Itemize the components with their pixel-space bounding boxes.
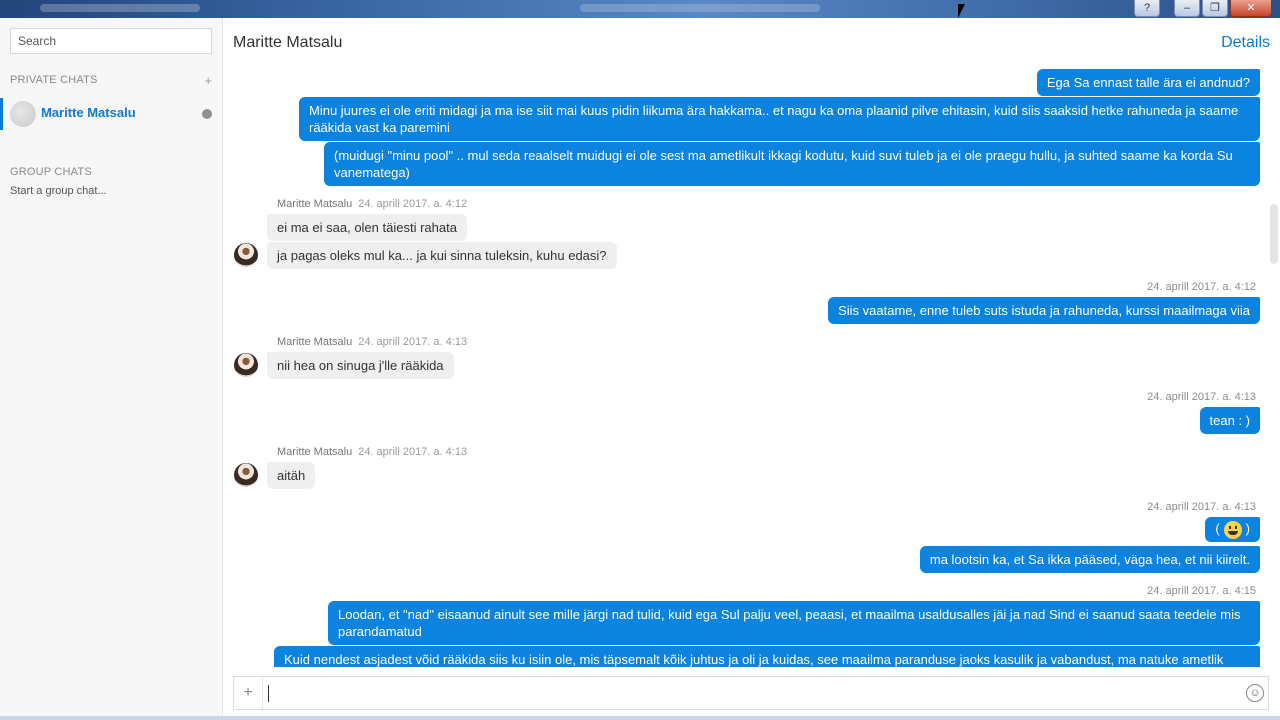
close-button[interactable]: ✕ [1230, 0, 1272, 17]
message-outgoing: ma lootsin ka, et Sa ikka pääsed, väga h… [919, 546, 1260, 573]
details-link[interactable]: Details [1221, 34, 1270, 52]
chat-item-maritte-matsalu[interactable]: Maritte Matsalu [0, 98, 222, 130]
private-chats-title: PRIVATE CHATS [10, 74, 98, 86]
sender-name: Maritte Matsalu [277, 446, 353, 458]
message-incoming: nii hea on sinuga j'lle rääkida [267, 352, 454, 379]
message-meta: Maritte Matsalu 24. aprill 2017. a. 4:13 [277, 336, 467, 348]
grinning-emoji-icon [1223, 520, 1242, 539]
message-timestamp: 24. aprill 2017. a. 4:12 [1147, 281, 1256, 293]
message-outgoing: Siis vaatame, enne tuleb suts istuda ja … [828, 297, 1260, 324]
titlebar-blur [580, 4, 820, 12]
active-indicator [0, 98, 3, 130]
help-button[interactable]: ? [1134, 0, 1160, 17]
message-outgoing: Loodan, et "nad" eisaanud ainult see mil… [328, 601, 1260, 645]
emoji-picker-icon[interactable]: ☺ [1246, 684, 1264, 702]
minimize-button[interactable]: – [1174, 0, 1200, 17]
message-meta: Maritte Matsalu 24. aprill 2017. a. 4:13 [277, 446, 467, 458]
maximize-button[interactable]: ❐ [1202, 0, 1228, 17]
bracket-text: ( [1215, 521, 1220, 536]
message-input[interactable] [268, 684, 1232, 704]
message-timestamp: 24. aprill 2017. a. 4:13 [1147, 501, 1256, 513]
bracket-text: ) [1245, 521, 1250, 536]
message-timestamp: 24. aprill 2017. a. 4:12 [358, 198, 468, 210]
sender-name: Maritte Matsalu [277, 336, 353, 348]
chat-title: Maritte Matsalu [233, 34, 343, 51]
sidebar: Search PRIVATE CHATS + Maritte Matsalu G… [0, 18, 223, 720]
start-group-chat-link[interactable]: Start a group chat... [10, 185, 107, 197]
attach-button[interactable]: + [234, 677, 263, 709]
message-outgoing: () [1205, 517, 1260, 542]
text-caret [268, 685, 269, 702]
message-outgoing: tean : ) [1199, 407, 1260, 434]
titlebar-blur [40, 4, 200, 12]
message-composer: + ☺ [233, 676, 1269, 710]
message-meta: Maritte Matsalu 24. aprill 2017. a. 4:12 [277, 198, 467, 210]
message-incoming: ja pagas oleks mul ka... ja kui sinna tu… [267, 242, 617, 269]
avatar [234, 463, 258, 487]
message-timestamp: 24. aprill 2017. a. 4:13 [1147, 391, 1256, 403]
taskbar-edge [0, 716, 1280, 720]
avatar [10, 101, 36, 127]
message-incoming: ei ma ei saa, olen täiesti rahata [267, 214, 467, 241]
mouse-cursor [958, 4, 965, 18]
window-controls: ? – ❐ ✕ [1134, 0, 1272, 18]
status-dot-icon [202, 109, 212, 119]
sender-name: Maritte Matsalu [277, 198, 353, 210]
message-outgoing: (muidugi "minu pool" .. mul seda reaalse… [324, 142, 1260, 186]
message-timestamp: 24. aprill 2017. a. 4:15 [1147, 585, 1256, 597]
message-scrollbar[interactable] [1268, 64, 1280, 667]
add-private-chat-button[interactable]: + [204, 73, 212, 88]
chat-item-name: Maritte Matsalu [41, 105, 136, 120]
message-timestamp: 24. aprill 2017. a. 4:13 [358, 446, 468, 458]
scrollbar-thumb[interactable] [1270, 204, 1278, 264]
search-input[interactable]: Search [10, 28, 212, 54]
avatar [234, 353, 258, 377]
message-timestamp: 24. aprill 2017. a. 4:13 [358, 336, 468, 348]
message-list[interactable]: Ega Sa ennast talle ära ei andnud? Minu … [223, 64, 1268, 667]
window-titlebar: ? – ❐ ✕ [0, 0, 1280, 18]
avatar [234, 243, 258, 267]
chat-header: Maritte Matsalu Details [223, 18, 1280, 64]
message-outgoing: Ega Sa ennast talle ära ei andnud? [1036, 69, 1260, 96]
message-incoming: aitäh [267, 462, 316, 489]
message-outgoing: Kuid nendest asjadest võid rääkida siis … [274, 646, 1260, 667]
message-outgoing: Minu juures ei ole eriti midagi ja ma is… [299, 97, 1260, 141]
group-chats-title: GROUP CHATS [10, 166, 92, 178]
